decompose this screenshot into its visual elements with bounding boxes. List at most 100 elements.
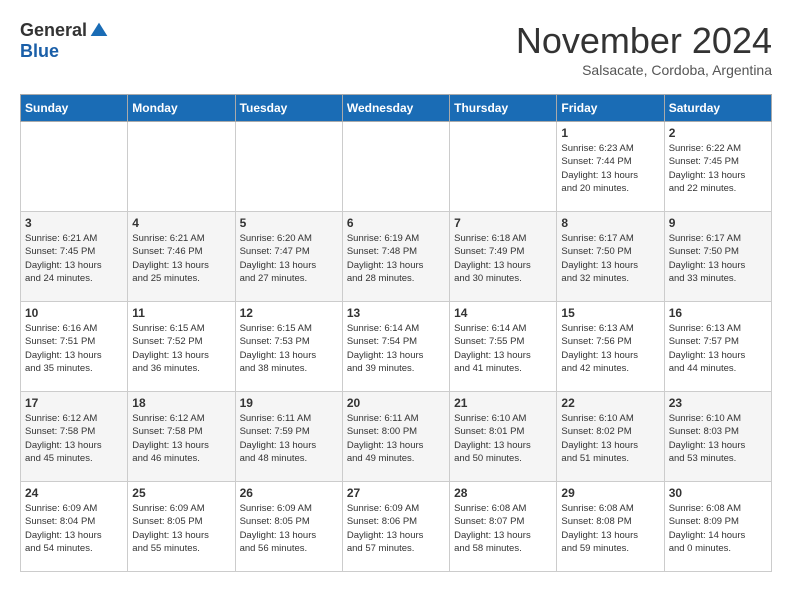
day-info: Sunrise: 6:14 AM Sunset: 7:55 PM Dayligh…	[454, 322, 552, 375]
calendar-cell: 25 Sunrise: 6:09 AM Sunset: 8:05 PM Dayli…	[128, 482, 235, 572]
calendar-cell	[342, 122, 449, 212]
calendar-week-1: 1Sunrise: 6:23 AM Sunset: 7:44 PM Daylig…	[21, 122, 772, 212]
calendar-cell: 22Sunrise: 6:10 AM Sunset: 8:02 PM Dayli…	[557, 392, 664, 482]
day-number: 26	[240, 486, 338, 500]
day-number: 12	[240, 306, 338, 320]
calendar-cell: 26 Sunrise: 6:09 AM Sunset: 8:05 PM Dayli…	[235, 482, 342, 572]
day-number: 28	[454, 486, 552, 500]
day-number: 3	[25, 216, 123, 230]
day-number: 19	[240, 396, 338, 410]
day-number: 8	[561, 216, 659, 230]
day-info: Sunrise: 6:10 AM Sunset: 8:01 PM Dayligh…	[454, 412, 552, 465]
day-info: Sunrise: 6:09 AM Sunset: 8:06 PM Dayligh…	[347, 502, 445, 555]
calendar-header-saturday: Saturday	[664, 95, 771, 122]
day-number: 30	[669, 486, 767, 500]
calendar-cell: 11Sunrise: 6:15 AM Sunset: 7:52 PM Dayli…	[128, 302, 235, 392]
day-info: Sunrise: 6:10 AM Sunset: 8:02 PM Dayligh…	[561, 412, 659, 465]
calendar-week-3: 10Sunrise: 6:16 AM Sunset: 7:51 PM Dayli…	[21, 302, 772, 392]
day-info: Sunrise: 6:13 AM Sunset: 7:57 PM Dayligh…	[669, 322, 767, 375]
day-number: 13	[347, 306, 445, 320]
calendar-cell: 23 Sunrise: 6:10 AM Sunset: 8:03 PM Dayli…	[664, 392, 771, 482]
day-info: Sunrise: 6:19 AM Sunset: 7:48 PM Dayligh…	[347, 232, 445, 285]
calendar-cell: 20 Sunrise: 6:11 AM Sunset: 8:00 PM Dayli…	[342, 392, 449, 482]
day-info: Sunrise: 6:15 AM Sunset: 7:52 PM Dayligh…	[132, 322, 230, 375]
day-number: 6	[347, 216, 445, 230]
day-info: Sunrise: 6:08 AM Sunset: 8:09 PM Dayligh…	[669, 502, 767, 555]
day-number: 24	[25, 486, 123, 500]
calendar-cell: 6 Sunrise: 6:19 AM Sunset: 7:48 PM Daylig…	[342, 212, 449, 302]
calendar-cell: 13 Sunrise: 6:14 AM Sunset: 7:54 PM Dayli…	[342, 302, 449, 392]
day-number: 21	[454, 396, 552, 410]
calendar-cell: 28 Sunrise: 6:08 AM Sunset: 8:07 PM Dayli…	[450, 482, 557, 572]
calendar-header-thursday: Thursday	[450, 95, 557, 122]
day-number: 14	[454, 306, 552, 320]
logo-general-text: General	[20, 20, 87, 41]
calendar-cell: 17 Sunrise: 6:12 AM Sunset: 7:58 PM Dayli…	[21, 392, 128, 482]
calendar-cell: 4 Sunrise: 6:21 AM Sunset: 7:46 PM Daylig…	[128, 212, 235, 302]
calendar-cell: 27 Sunrise: 6:09 AM Sunset: 8:06 PM Dayli…	[342, 482, 449, 572]
calendar-cell: 24 Sunrise: 6:09 AM Sunset: 8:04 PM Dayli…	[21, 482, 128, 572]
logo-blue-text: Blue	[20, 41, 59, 62]
day-info: Sunrise: 6:22 AM Sunset: 7:45 PM Dayligh…	[669, 142, 767, 195]
day-info: Sunrise: 6:11 AM Sunset: 7:59 PM Dayligh…	[240, 412, 338, 465]
calendar-cell: 5 Sunrise: 6:20 AM Sunset: 7:47 PM Daylig…	[235, 212, 342, 302]
logo: General Blue	[20, 20, 109, 62]
location-subtitle: Salsacate, Cordoba, Argentina	[516, 62, 772, 78]
day-info: Sunrise: 6:18 AM Sunset: 7:49 PM Dayligh…	[454, 232, 552, 285]
day-info: Sunrise: 6:09 AM Sunset: 8:05 PM Dayligh…	[132, 502, 230, 555]
day-info: Sunrise: 6:21 AM Sunset: 7:46 PM Dayligh…	[132, 232, 230, 285]
day-info: Sunrise: 6:09 AM Sunset: 8:05 PM Dayligh…	[240, 502, 338, 555]
page-header: General Blue November 2024 Salsacate, Co…	[20, 20, 772, 78]
calendar-cell: 19 Sunrise: 6:11 AM Sunset: 7:59 PM Dayli…	[235, 392, 342, 482]
calendar-cell: 18 Sunrise: 6:12 AM Sunset: 7:58 PM Dayli…	[128, 392, 235, 482]
day-number: 17	[25, 396, 123, 410]
day-info: Sunrise: 6:23 AM Sunset: 7:44 PM Dayligh…	[561, 142, 659, 195]
day-info: Sunrise: 6:20 AM Sunset: 7:47 PM Dayligh…	[240, 232, 338, 285]
day-info: Sunrise: 6:14 AM Sunset: 7:54 PM Dayligh…	[347, 322, 445, 375]
calendar-header-friday: Friday	[557, 95, 664, 122]
calendar-header-sunday: Sunday	[21, 95, 128, 122]
day-number: 18	[132, 396, 230, 410]
day-number: 7	[454, 216, 552, 230]
calendar-header-wednesday: Wednesday	[342, 95, 449, 122]
calendar-cell: 1Sunrise: 6:23 AM Sunset: 7:44 PM Daylig…	[557, 122, 664, 212]
calendar-cell: 8Sunrise: 6:17 AM Sunset: 7:50 PM Daylig…	[557, 212, 664, 302]
calendar-table: SundayMondayTuesdayWednesdayThursdayFrid…	[20, 94, 772, 572]
day-number: 23	[669, 396, 767, 410]
calendar-cell: 9Sunrise: 6:17 AM Sunset: 7:50 PM Daylig…	[664, 212, 771, 302]
calendar-header-tuesday: Tuesday	[235, 95, 342, 122]
day-info: Sunrise: 6:10 AM Sunset: 8:03 PM Dayligh…	[669, 412, 767, 465]
calendar-cell: 2Sunrise: 6:22 AM Sunset: 7:45 PM Daylig…	[664, 122, 771, 212]
day-number: 5	[240, 216, 338, 230]
calendar-cell: 3 Sunrise: 6:21 AM Sunset: 7:45 PM Daylig…	[21, 212, 128, 302]
day-number: 27	[347, 486, 445, 500]
day-info: Sunrise: 6:13 AM Sunset: 7:56 PM Dayligh…	[561, 322, 659, 375]
title-block: November 2024 Salsacate, Cordoba, Argent…	[516, 20, 772, 78]
calendar-cell: 14 Sunrise: 6:14 AM Sunset: 7:55 PM Dayli…	[450, 302, 557, 392]
calendar-cell: 29Sunrise: 6:08 AM Sunset: 8:08 PM Dayli…	[557, 482, 664, 572]
day-info: Sunrise: 6:08 AM Sunset: 8:08 PM Dayligh…	[561, 502, 659, 555]
day-info: Sunrise: 6:15 AM Sunset: 7:53 PM Dayligh…	[240, 322, 338, 375]
calendar-cell	[450, 122, 557, 212]
day-info: Sunrise: 6:08 AM Sunset: 8:07 PM Dayligh…	[454, 502, 552, 555]
calendar-cell: 10Sunrise: 6:16 AM Sunset: 7:51 PM Dayli…	[21, 302, 128, 392]
day-info: Sunrise: 6:09 AM Sunset: 8:04 PM Dayligh…	[25, 502, 123, 555]
logo-icon	[89, 21, 109, 41]
month-title: November 2024	[516, 20, 772, 62]
calendar-cell: 12 Sunrise: 6:15 AM Sunset: 7:53 PM Dayli…	[235, 302, 342, 392]
day-number: 10	[25, 306, 123, 320]
day-number: 15	[561, 306, 659, 320]
day-info: Sunrise: 6:17 AM Sunset: 7:50 PM Dayligh…	[669, 232, 767, 285]
day-info: Sunrise: 6:21 AM Sunset: 7:45 PM Dayligh…	[25, 232, 123, 285]
day-info: Sunrise: 6:12 AM Sunset: 7:58 PM Dayligh…	[132, 412, 230, 465]
calendar-cell	[21, 122, 128, 212]
day-info: Sunrise: 6:12 AM Sunset: 7:58 PM Dayligh…	[25, 412, 123, 465]
day-info: Sunrise: 6:11 AM Sunset: 8:00 PM Dayligh…	[347, 412, 445, 465]
day-number: 20	[347, 396, 445, 410]
day-number: 4	[132, 216, 230, 230]
day-number: 25	[132, 486, 230, 500]
calendar-cell: 30 Sunrise: 6:08 AM Sunset: 8:09 PM Dayli…	[664, 482, 771, 572]
calendar-cell	[235, 122, 342, 212]
calendar-week-2: 3 Sunrise: 6:21 AM Sunset: 7:45 PM Daylig…	[21, 212, 772, 302]
calendar-cell: 21 Sunrise: 6:10 AM Sunset: 8:01 PM Dayli…	[450, 392, 557, 482]
